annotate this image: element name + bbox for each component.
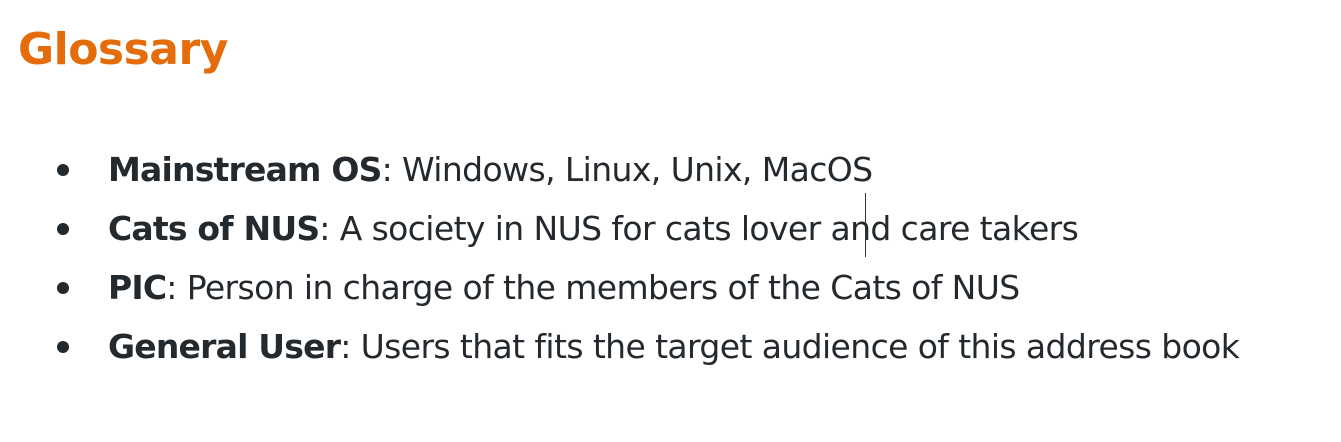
glossary-term: Mainstream OS <box>108 150 382 189</box>
glossary-entry: Mainstream OS: Windows, Linux, Unix, Mac… <box>108 140 873 199</box>
list-item: Cats of NUS: A society in NUS for cats l… <box>0 199 1341 258</box>
glossary-heading: Glossary <box>18 24 228 75</box>
bullet-icon <box>57 164 69 176</box>
glossary-definition: A society in NUS for cats lover and care… <box>329 209 1079 248</box>
glossary-definition: Users that fits the target audience of t… <box>350 327 1240 366</box>
bullet-icon <box>57 282 69 294</box>
text-cursor <box>865 193 866 257</box>
list-item: Mainstream OS: Windows, Linux, Unix, Mac… <box>0 140 1341 199</box>
glossary-term: General User <box>108 327 341 366</box>
term-separator: : <box>166 268 177 307</box>
list-item: PIC: Person in charge of the members of … <box>0 258 1341 317</box>
glossary-definition: Windows, Linux, Unix, MacOS <box>392 150 873 189</box>
glossary-definition: Person in charge of the members of the C… <box>176 268 1021 307</box>
term-separator: : <box>381 150 393 189</box>
term-separator: : <box>340 327 351 366</box>
document-page: Glossary Mainstream OS: Windows, Linux, … <box>0 0 1341 442</box>
glossary-entry: General User: Users that fits the target… <box>108 317 1240 376</box>
bullet-icon <box>57 223 69 235</box>
bullet-icon <box>57 341 69 353</box>
term-separator: : <box>319 209 330 248</box>
glossary-entry: PIC: Person in charge of the members of … <box>108 258 1020 317</box>
glossary-list: Mainstream OS: Windows, Linux, Unix, Mac… <box>0 140 1341 376</box>
glossary-term: Cats of NUS <box>108 209 320 248</box>
glossary-entry: Cats of NUS: A society in NUS for cats l… <box>108 199 1079 258</box>
glossary-term: PIC <box>108 268 167 307</box>
list-item: General User: Users that fits the target… <box>0 317 1341 376</box>
